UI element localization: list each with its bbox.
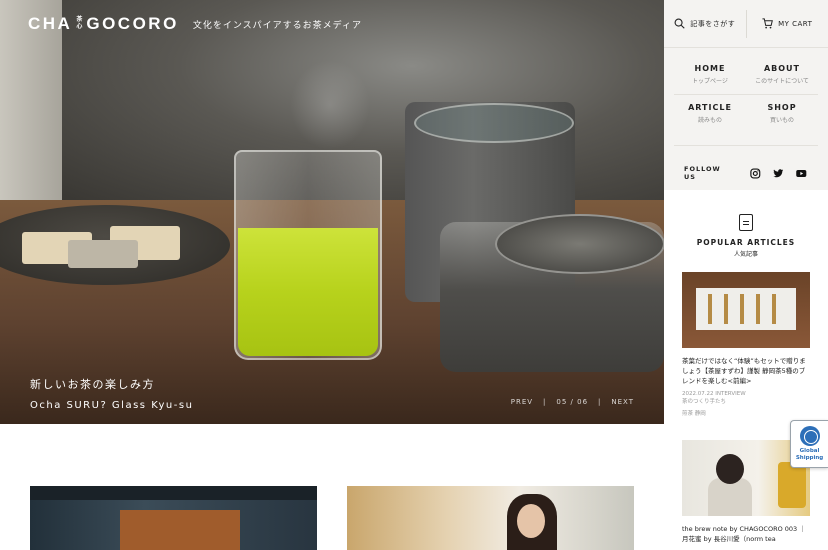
hero-title-ja: 新しいお茶の楽しみ方 — [30, 378, 155, 391]
instagram-icon[interactable] — [750, 167, 761, 179]
popular-articles: POPULAR ARTICLES 人気記事 茶葉だけではなく“体験”もセットで贈… — [664, 190, 828, 550]
article-thumbnail — [682, 272, 810, 348]
twitter-icon[interactable] — [773, 168, 784, 179]
site-tagline: 文化をインスパイアするお茶メディア — [192, 20, 363, 31]
hero-green-tea — [238, 228, 378, 356]
article-date-category: 2022.07.22 INTERVIEW — [682, 391, 746, 397]
sidebar-toolbar: 記事をさがす MY CART — [664, 0, 828, 48]
logo-kanji: 茶 心 — [76, 17, 83, 30]
main-nav: HOME トップページ ABOUT このサイトについて ARTICLE 読みもの… — [674, 56, 818, 133]
nav-item-article[interactable]: ARTICLE 読みもの — [674, 95, 746, 133]
follow-us: FOLLOW US — [684, 158, 808, 188]
pager-separator: | — [543, 398, 547, 406]
article-card-thumbnail[interactable] — [347, 486, 634, 550]
cart-button[interactable]: MY CART — [747, 18, 828, 29]
youtube-icon[interactable] — [795, 168, 808, 179]
hero-pager: PREV | 05 / 06 | NEXT — [511, 398, 634, 406]
hero-title-en: Ocha SURU? Glass Kyu-su — [30, 400, 194, 411]
nav-item-shop[interactable]: SHOP 買いもの — [746, 95, 818, 133]
cart-icon — [762, 18, 773, 29]
nav-item-about[interactable]: ABOUT このサイトについて — [746, 56, 818, 94]
hero-caption[interactable]: 新しいお茶の楽しみ方 Ocha SURU? Glass Kyu-su — [30, 376, 193, 411]
search-icon — [674, 18, 685, 29]
prev-button[interactable]: PREV — [511, 398, 533, 406]
popular-heading: POPULAR ARTICLES 人気記事 — [664, 190, 828, 258]
site-logo[interactable]: CHA 茶 心 GOCORO — [28, 14, 179, 34]
article-card-thumbnail[interactable] — [30, 486, 317, 550]
article-tags[interactable]: 煎茶 静岡 — [682, 410, 810, 418]
hero-sweet — [68, 240, 138, 268]
globe-icon — [799, 426, 820, 446]
slide-counter: 05 / 06 — [556, 398, 589, 406]
pager-separator: | — [598, 398, 602, 406]
search-button[interactable]: 記事をさがす — [664, 18, 746, 29]
article-title: the brew note by CHAGOCORO 003 ｜月花蜜 by 長… — [682, 525, 806, 543]
logo-text-right: GOCORO — [86, 14, 179, 33]
document-icon — [739, 214, 753, 231]
nav-item-home[interactable]: HOME トップページ — [674, 56, 746, 94]
next-button[interactable]: NEXT — [611, 398, 634, 406]
hero-teapot-lid — [495, 214, 664, 274]
hero-slideshow[interactable]: CHA 茶 心 GOCORO 文化をインスパイアするお茶メディア 新しいお茶の楽… — [0, 0, 664, 424]
search-label: 記事をさがす — [690, 19, 736, 28]
article-title: 茶葉だけではなく“体験”もセットで贈りましょう【茶屋すずわ】謹製 静岡茶5種のブ… — [682, 357, 806, 385]
hero-glass-cup-rim — [414, 103, 574, 143]
follow-label: FOLLOW US — [684, 165, 721, 181]
article-series: 茶のつくり手たち — [682, 399, 727, 405]
site-header: CHA 茶 心 GOCORO 文化をインスパイアするお茶メディア — [0, 0, 664, 48]
popular-article[interactable]: 茶葉だけではなく“体験”もセットで贈りましょう【茶屋すずわ】謹製 静岡茶5種のブ… — [682, 272, 810, 418]
hero-steam — [290, 60, 370, 150]
cart-label: MY CART — [778, 19, 813, 28]
logo-text-left: CHA — [28, 14, 73, 33]
global-shipping-button[interactable]: Global Shipping — [790, 420, 828, 468]
